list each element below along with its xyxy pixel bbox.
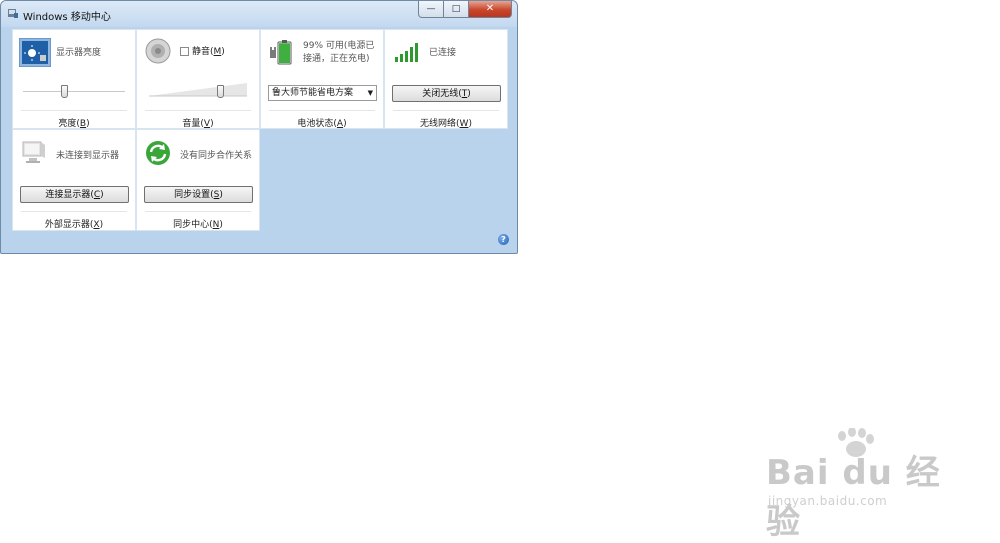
window-controls: — □ ✕	[418, 1, 512, 18]
watermark-url: jingyan.baidu.com	[768, 494, 888, 508]
brightness-slider-track[interactable]	[23, 91, 125, 92]
label-text: 静音(	[192, 47, 214, 57]
caption-end: )	[219, 220, 223, 230]
caption-text: 同步中心(	[173, 220, 213, 230]
caption-text: 无线网络(	[420, 119, 460, 129]
external-display-status: 未连接到显示器	[56, 151, 120, 161]
power-plan-selected: 鲁大师节能省电方案	[272, 88, 354, 98]
tile-divider	[269, 110, 375, 111]
brightness-tile: 显示器亮度 亮度(B)	[12, 29, 136, 129]
battery-status-line1: 99% 可用(电源已	[303, 41, 375, 51]
baidu-jingyan-watermark: Bai du 经验 jingyan.baidu.com	[760, 428, 960, 542]
volume-slider-thumb[interactable]	[216, 85, 224, 98]
wireless-tile: 已连接 关闭无线(T) 无线网络(W)	[384, 29, 508, 129]
battery-tile: 99% 可用(电源已 接通，正在充电) 鲁大师节能省电方案 ▼ 电池状态(A)	[260, 29, 384, 129]
caption-text: 亮度(	[58, 119, 80, 129]
button-end: )	[467, 89, 471, 99]
tiles-area: 显示器亮度 亮度(B) 静音(M) 音量(V) 99% 可用(电源已 接通，正在…	[12, 29, 508, 231]
caption-end: )	[343, 119, 347, 129]
button-text: 连接显示器(	[45, 190, 94, 200]
power-plan-dropdown[interactable]: 鲁大师节能省电方案 ▼	[268, 85, 377, 101]
caption-text: 外部显示器(	[44, 220, 94, 230]
brightness-caption: 亮度(B)	[13, 116, 135, 129]
close-icon: ✕	[485, 3, 495, 14]
chevron-down-icon: ▼	[367, 89, 373, 97]
button-end: )	[100, 190, 104, 200]
monitor-icon[interactable]	[21, 140, 47, 166]
wireless-status: 已连接	[429, 48, 457, 58]
sync-center-tile: 没有同步合作关系 同步设置(S) 同步中心(N)	[136, 129, 260, 231]
minimize-button[interactable]: —	[418, 1, 444, 18]
button-end: )	[219, 190, 223, 200]
window-title: Windows 移动中心	[23, 12, 111, 23]
connect-display-button[interactable]: 连接显示器(C)	[20, 186, 129, 203]
caption-text: 电池状态(	[297, 119, 337, 129]
title-bar[interactable]: Windows 移动中心 — □ ✕	[1, 1, 517, 27]
button-text: 同步设置(	[174, 190, 214, 200]
maximize-button[interactable]: □	[444, 1, 469, 18]
brightness-slider-thumb[interactable]	[60, 85, 68, 98]
close-button[interactable]: ✕	[469, 1, 512, 18]
tile-divider	[145, 110, 251, 111]
display-brightness-icon[interactable]	[19, 38, 51, 67]
mobility-center-window: Windows 移动中心 — □ ✕ 显示器亮度 亮度(B) 静音(M) 音量(…	[0, 0, 518, 254]
mobility-center-icon	[8, 9, 18, 18]
volume-caption: 音量(V)	[137, 116, 259, 129]
volume-slider-track[interactable]	[149, 82, 247, 98]
battery-plug-icon[interactable]	[269, 38, 293, 66]
sync-settings-button[interactable]: 同步设置(S)	[144, 186, 253, 203]
caption-end: )	[99, 220, 104, 230]
label-end: )	[221, 47, 225, 57]
sync-caption: 同步中心(N)	[137, 217, 259, 230]
battery-status-line2: 接通，正在充电)	[303, 54, 370, 64]
external-display-tile: 未连接到显示器 连接显示器(C) 外部显示器(X)	[12, 129, 136, 231]
tile-divider	[21, 211, 127, 212]
wireless-caption: 无线网络(W)	[385, 116, 507, 129]
disable-wireless-button[interactable]: 关闭无线(T)	[392, 85, 501, 102]
caption-end: )	[210, 119, 214, 129]
volume-tile: 静音(M) 音量(V)	[136, 29, 260, 129]
caption-end: )	[468, 119, 472, 129]
tile-divider	[145, 211, 251, 212]
speaker-icon[interactable]	[145, 38, 171, 64]
battery-caption: 电池状态(A)	[261, 116, 383, 129]
tile-divider	[393, 110, 499, 111]
button-text: 关闭无线(	[422, 89, 462, 99]
external-display-caption: 外部显示器(X)	[13, 217, 135, 230]
help-icon[interactable]: ?	[498, 234, 509, 245]
sync-arrows-icon[interactable]	[145, 140, 171, 166]
caption-end: )	[86, 119, 90, 129]
mute-checkbox[interactable]	[180, 47, 189, 56]
sync-status: 没有同步合作关系	[180, 151, 253, 161]
tile-divider	[21, 110, 127, 111]
brightness-status: 显示器亮度	[56, 48, 102, 58]
wifi-signal-icon[interactable]	[395, 42, 419, 62]
mute-label[interactable]: 静音(M)	[192, 46, 225, 58]
maximize-icon: □	[451, 4, 461, 14]
minimize-icon: —	[426, 4, 436, 14]
caption-text: 音量(	[182, 119, 204, 129]
